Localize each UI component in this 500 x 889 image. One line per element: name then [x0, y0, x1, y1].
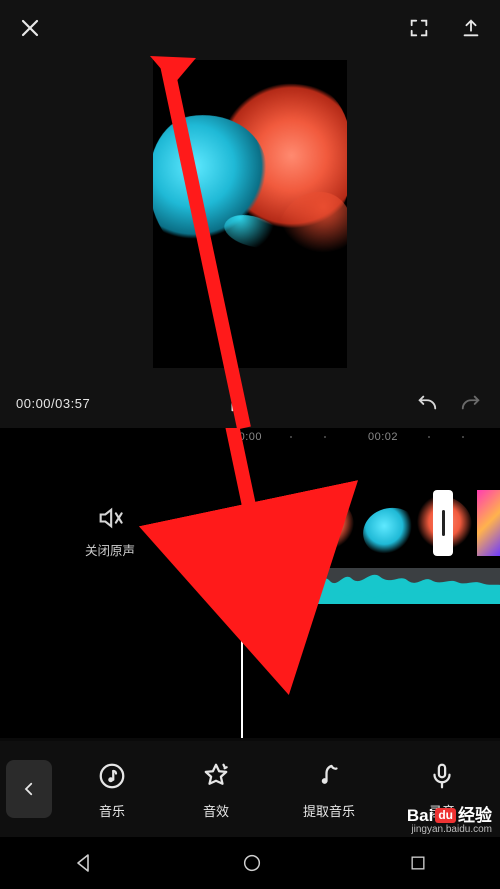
action-label: 音乐: [99, 801, 125, 820]
video-clip[interactable]: [477, 490, 500, 556]
action-extract-music[interactable]: 提取音乐: [303, 759, 355, 820]
back-button[interactable]: [6, 760, 52, 818]
music-icon: [95, 759, 129, 793]
action-label: 音效: [203, 801, 229, 820]
close-icon[interactable]: [18, 16, 42, 40]
mute-icon: [96, 504, 124, 532]
fullscreen-icon[interactable]: [408, 17, 430, 39]
top-bar: [0, 0, 500, 56]
extract-music-icon: [312, 759, 346, 793]
sound-effect-icon: [199, 759, 233, 793]
nav-recent-icon[interactable]: [408, 853, 428, 873]
ruler-dot: [290, 436, 292, 438]
microphone-icon: [425, 759, 459, 793]
tracks-area[interactable]: 关闭原声 Lost&Found: [0, 450, 500, 710]
bottom-action-bar: 音乐 音效 提取音乐 录: [0, 741, 500, 837]
action-record[interactable]: 录音: [425, 759, 459, 820]
timeline-panel[interactable]: 00:00 00:02 关闭原声: [0, 428, 500, 738]
audio-clip-label: Lost&Found: [247, 589, 306, 601]
undo-icon[interactable]: [414, 392, 440, 414]
action-sound-effect[interactable]: 音效: [199, 759, 233, 820]
preview-area: [0, 56, 500, 378]
time-display: 00:00/03:57: [16, 396, 90, 411]
mute-label: 关闭原声: [85, 540, 135, 559]
transport-bar: 00:00/03:57: [0, 378, 500, 428]
action-label: 提取音乐: [303, 801, 355, 820]
nav-home-icon[interactable]: [241, 852, 263, 874]
action-label: 录音: [429, 801, 455, 820]
video-track[interactable]: [241, 490, 500, 556]
redo-icon[interactable]: [458, 392, 484, 414]
export-icon[interactable]: [460, 17, 482, 39]
video-clip[interactable]: [241, 490, 359, 556]
ruler-dot: [462, 436, 464, 438]
play-icon[interactable]: [226, 392, 248, 414]
mute-original-audio[interactable]: 关闭原声: [50, 504, 170, 559]
action-music[interactable]: 音乐: [95, 759, 129, 820]
ruler-dot: [428, 436, 430, 438]
system-nav-bar: [0, 837, 500, 889]
audio-track[interactable]: Lost&Found: [241, 568, 500, 604]
trim-handle[interactable]: [433, 490, 453, 556]
video-clip[interactable]: [359, 490, 477, 556]
video-canvas[interactable]: [153, 60, 347, 368]
nav-back-icon[interactable]: [72, 851, 96, 875]
time-ruler[interactable]: 00:00 00:02: [0, 428, 500, 450]
ruler-tick: 00:02: [368, 431, 398, 443]
ruler-tick: 00:00: [232, 431, 262, 443]
ruler-dot: [324, 436, 326, 438]
